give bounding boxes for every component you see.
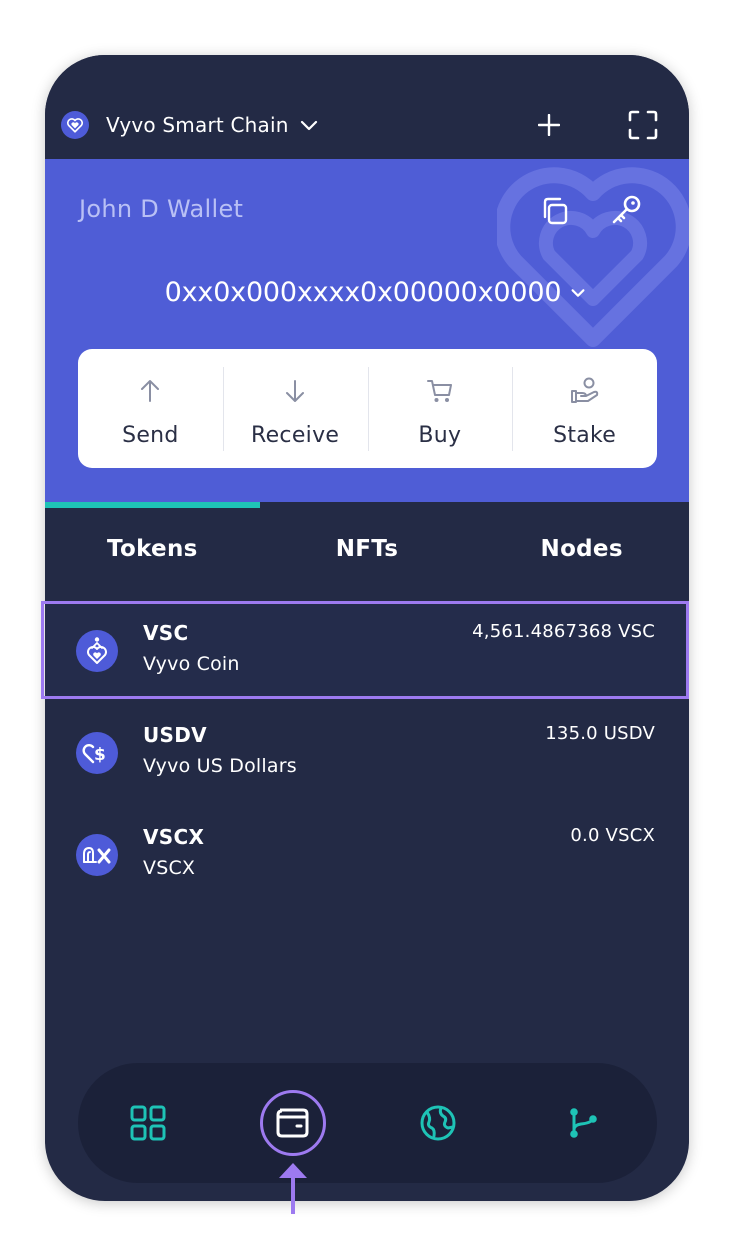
network-name: Vyvo Smart Chain — [106, 113, 289, 137]
scan-button[interactable] — [625, 107, 661, 143]
token-balance: 4,561.4867368 VSC — [472, 621, 655, 642]
chevron-down-icon — [299, 115, 319, 135]
wallet-address: 0xx0x000xxxx0x00000x0000 — [164, 277, 562, 308]
arrow-up-icon — [139, 377, 161, 405]
cart-icon — [426, 377, 454, 405]
token-symbol: USDV — [143, 723, 207, 747]
copy-icon — [543, 197, 568, 225]
branch-icon — [570, 1108, 597, 1138]
token-name: Vyvo Coin — [143, 653, 240, 675]
nav-dashboard[interactable] — [115, 1090, 181, 1156]
token-name: VSCX — [143, 857, 196, 879]
globe-icon — [420, 1105, 456, 1141]
receive-button[interactable]: Receive — [222, 349, 368, 468]
tab-tokens[interactable]: Tokens — [45, 502, 260, 592]
grid-icon — [130, 1105, 166, 1141]
wallet-icon — [276, 1108, 309, 1138]
token-name: Vyvo US Dollars — [143, 755, 297, 777]
tab-nfts[interactable]: NFTs — [260, 502, 475, 592]
stake-label: Stake — [553, 423, 617, 448]
token-row-vscx[interactable]: VSCX VSCX 0.0 VSCX — [45, 807, 689, 903]
network-selector[interactable]: Vyvo Smart Chain — [61, 107, 319, 143]
buy-button[interactable]: Buy — [367, 349, 513, 468]
token-balance: 0.0 VSCX — [570, 825, 655, 846]
add-button[interactable] — [533, 109, 565, 141]
copy-address-button[interactable] — [537, 193, 573, 229]
send-button[interactable]: Send — [78, 349, 223, 468]
buy-label: Buy — [418, 423, 462, 448]
chevron-down-icon — [569, 284, 587, 302]
receive-label: Receive — [251, 423, 340, 448]
usd-heart-icon: $ — [76, 732, 118, 774]
wallet-card: John D Wallet 0xx0x000xxxx0x00000x0000 S… — [45, 159, 689, 502]
token-balance: 135.0 USDV — [545, 723, 655, 744]
arrow-down-icon — [284, 377, 306, 405]
svg-text:$: $ — [94, 745, 106, 765]
stake-button[interactable]: Stake — [512, 349, 657, 468]
nav-connections[interactable] — [550, 1090, 616, 1156]
private-key-button[interactable] — [607, 191, 645, 229]
tab-nodes[interactable]: Nodes — [474, 502, 689, 592]
asset-tabs: Tokens NFTs Nodes — [45, 502, 689, 592]
key-icon — [612, 195, 641, 224]
wallet-actions: Send Receive Buy Stake — [78, 349, 657, 468]
nav-wallet[interactable] — [260, 1090, 326, 1156]
vyvo-coin-icon — [76, 630, 118, 672]
vyvo-heart-logo-icon — [61, 111, 89, 139]
stake-hand-icon — [570, 377, 600, 405]
wallet-name: John D Wallet — [79, 195, 244, 223]
nav-browser[interactable] — [405, 1090, 471, 1156]
vscx-icon — [76, 834, 118, 876]
top-bar: Vyvo Smart Chain — [45, 55, 689, 159]
plus-icon — [538, 114, 560, 136]
scan-frame-icon — [628, 110, 658, 140]
wallet-address-selector[interactable]: 0xx0x000xxxx0x00000x0000 — [45, 277, 689, 308]
token-row-usdv[interactable]: $ USDV Vyvo US Dollars 135.0 USDV — [45, 705, 689, 801]
token-symbol: VSC — [143, 621, 189, 645]
token-row-vsc[interactable]: VSC Vyvo Coin 4,561.4867368 VSC — [45, 603, 689, 699]
wallet-app-screen: Vyvo Smart Chain John D Wallet 0xx0x000x… — [45, 55, 689, 1201]
send-label: Send — [122, 423, 179, 448]
bottom-navigation — [78, 1063, 657, 1183]
token-symbol: VSCX — [143, 825, 205, 849]
heart-watermark-icon — [497, 167, 689, 347]
